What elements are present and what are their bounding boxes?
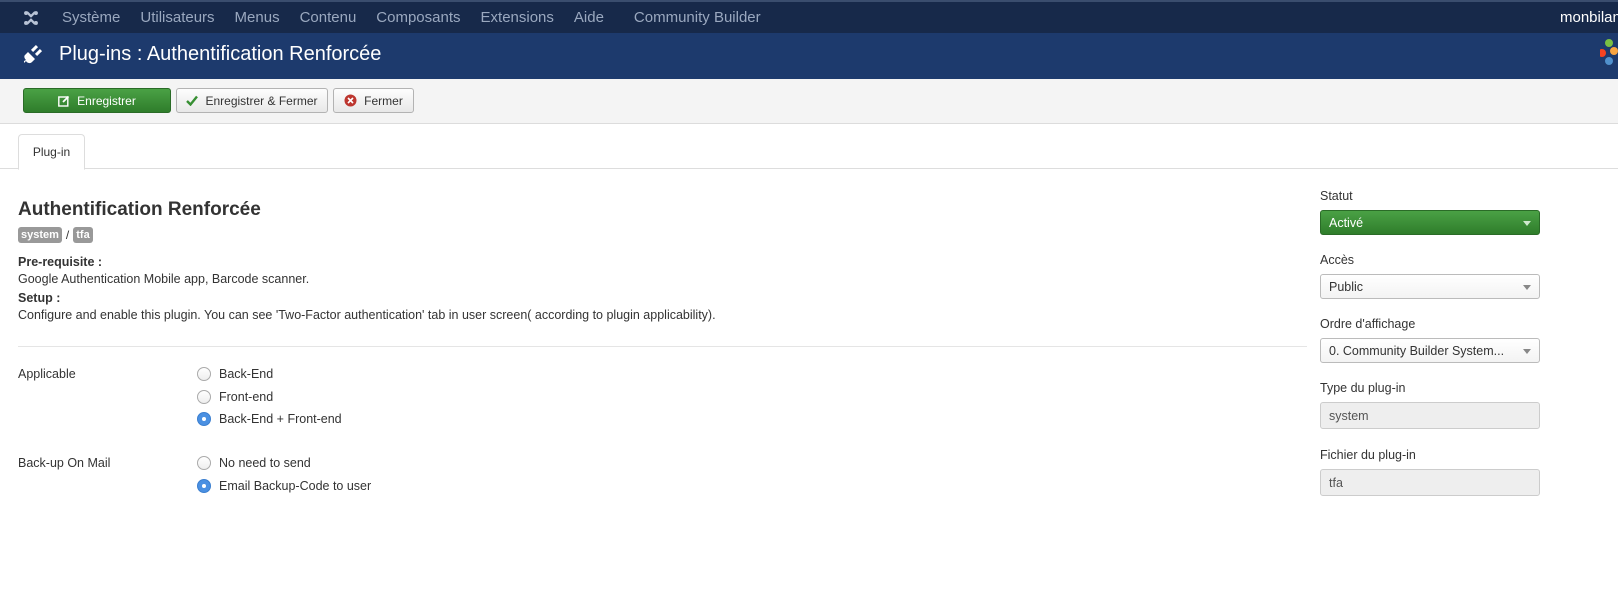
applicable-option-backend[interactable]: Back-End	[197, 367, 273, 381]
joomla-logo-icon[interactable]	[22, 9, 40, 27]
user-menu[interactable]: monbilan	[1560, 9, 1618, 26]
cancel-icon	[344, 94, 357, 107]
radio-button-selected[interactable]	[197, 479, 211, 493]
access-label: Accès	[1320, 253, 1355, 267]
plugin-badges: system / tfa	[18, 227, 93, 243]
plugin-type-field: system	[1320, 402, 1540, 429]
applicable-label: Applicable	[18, 367, 76, 381]
option-label: Front-end	[219, 390, 274, 404]
option-label: Back-End	[219, 367, 274, 381]
tab-bar: Plug-in	[0, 134, 1618, 170]
divider	[18, 346, 1307, 347]
access-select[interactable]: Public	[1320, 274, 1540, 299]
plugin-title: Authentification Renforcée	[18, 199, 261, 220]
menu-aide[interactable]: Aide	[564, 9, 614, 26]
option-label: Email Backup-Code to user	[219, 479, 372, 493]
order-value: 0. Community Builder System...	[1329, 343, 1505, 358]
tab-plugin[interactable]: Plug-in	[18, 134, 85, 170]
order-label: Ordre d'affichage	[1320, 317, 1416, 331]
applicable-option-frontend[interactable]: Front-end	[197, 390, 273, 404]
menu-community-builder[interactable]: Community Builder	[624, 9, 771, 26]
plugin-file-field: tfa	[1320, 469, 1540, 496]
status-select[interactable]: Activé	[1320, 210, 1540, 235]
joomla-brand-icon	[1600, 39, 1618, 65]
menu-menus[interactable]: Menus	[225, 9, 290, 26]
page-header: Plug-ins : Authentification Renforcée	[0, 33, 1618, 79]
setup-text: Configure and enable this plugin. You ca…	[18, 308, 716, 322]
order-select[interactable]: 0. Community Builder System...	[1320, 338, 1540, 363]
save-label: Enregistrer	[77, 93, 136, 108]
radio-button-selected[interactable]	[197, 412, 211, 426]
page-title: Plug-ins : Authentification Renforcée	[59, 43, 382, 65]
save-button[interactable]: Enregistrer	[23, 88, 171, 113]
status-value: Activé	[1329, 215, 1364, 230]
chevron-down-icon	[1523, 221, 1531, 226]
menu-contenu[interactable]: Contenu	[290, 9, 367, 26]
prereq-label: Pre-requisite :	[18, 255, 103, 269]
status-label: Statut	[1320, 189, 1353, 203]
plugin-type-label: Type du plug-in	[1320, 381, 1406, 395]
backup-option-email[interactable]: Email Backup-Code to user	[197, 479, 371, 493]
chevron-down-icon	[1523, 285, 1531, 290]
prereq-text: Google Authentication Mobile app, Barcod…	[18, 272, 310, 286]
close-button[interactable]: Fermer	[333, 88, 414, 113]
option-label: Back-End + Front-end	[219, 412, 342, 426]
radio-button[interactable]	[197, 367, 211, 381]
top-menu-bar: Système Utilisateurs Menus Contenu Compo…	[0, 0, 1618, 33]
badge-separator: /	[65, 228, 70, 242]
menu-extensions[interactable]: Extensions	[471, 9, 564, 26]
close-label: Fermer	[364, 93, 403, 108]
check-icon	[186, 95, 199, 106]
menu-systeme[interactable]: Système	[52, 9, 130, 26]
plug-icon	[24, 44, 43, 64]
menu-composants[interactable]: Composants	[366, 9, 470, 26]
backup-option-no-send[interactable]: No need to send	[197, 456, 311, 470]
edit-icon	[58, 95, 70, 107]
main-menu: Système Utilisateurs Menus Contenu Compo…	[52, 2, 771, 33]
radio-button[interactable]	[197, 390, 211, 404]
option-label: No need to send	[219, 456, 311, 470]
save-close-label: Enregistrer & Fermer	[205, 93, 318, 108]
menu-utilisateurs[interactable]: Utilisateurs	[130, 9, 224, 26]
setup-label: Setup :	[18, 291, 61, 305]
element-badge: tfa	[73, 227, 93, 243]
applicable-option-both[interactable]: Back-End + Front-end	[197, 412, 342, 426]
chevron-down-icon	[1523, 349, 1531, 354]
plugin-file-label: Fichier du plug-in	[1320, 448, 1416, 462]
toolbar: Enregistrer Enregistrer & Fermer Fermer	[0, 79, 1618, 124]
radio-button[interactable]	[197, 456, 211, 470]
backup-label: Back-up On Mail	[18, 456, 111, 470]
save-close-button[interactable]: Enregistrer & Fermer	[176, 88, 328, 113]
group-badge: system	[18, 227, 62, 243]
access-value: Public	[1329, 279, 1364, 294]
